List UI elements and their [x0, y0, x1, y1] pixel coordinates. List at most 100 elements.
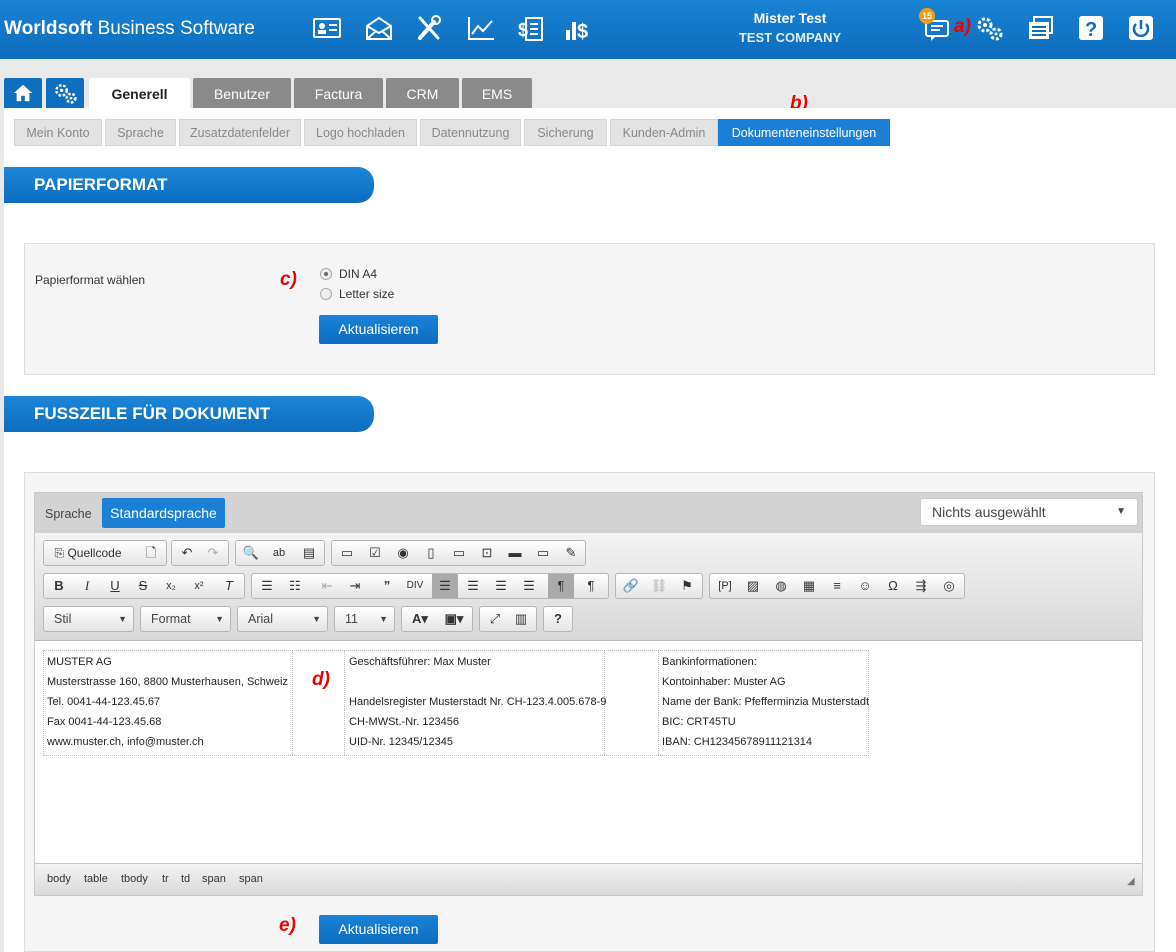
notification-badge[interactable]: 15 [919, 8, 935, 24]
strike-icon[interactable]: S [130, 574, 156, 598]
textfield-icon[interactable]: ▯ [418, 541, 444, 565]
path-item[interactable]: tbody [121, 873, 148, 885]
radio-din-a4-label[interactable]: DIN A4 [339, 267, 377, 281]
subtab-datennutzung[interactable]: Datennutzung [420, 119, 521, 146]
path-item[interactable]: tr [162, 873, 169, 885]
outdent-icon[interactable]: ⇤ [314, 574, 340, 598]
image-icon[interactable]: ▨ [740, 574, 766, 598]
subscript-icon[interactable]: x₂ [158, 574, 184, 598]
user-info[interactable]: Mister Test TEST COMPANY [700, 10, 880, 45]
documents-icon[interactable] [1026, 14, 1056, 42]
bullet-list-icon[interactable]: ☷ [282, 574, 308, 598]
bold-icon[interactable]: B [46, 574, 72, 598]
help-icon[interactable]: ? [1076, 14, 1106, 42]
font-select[interactable]: Arial ▼ [237, 606, 328, 632]
rtl-icon[interactable]: ¶ [578, 574, 604, 598]
div-icon[interactable]: DIV [402, 574, 428, 598]
source-button[interactable]: ⎘ Quellcode [46, 541, 130, 565]
select-icon[interactable]: ⊡ [474, 541, 500, 565]
align-center-icon[interactable]: ☰ [460, 574, 486, 598]
chart-icon[interactable] [466, 14, 496, 42]
subtab-logo-hochladen[interactable]: Logo hochladen [304, 119, 417, 146]
tab-generell[interactable]: Generell [89, 78, 190, 109]
footer-col-management[interactable]: Geschäftsführer: Max Muster Handelsregis… [349, 652, 606, 752]
textarea-icon[interactable]: ▭ [446, 541, 472, 565]
radio-letter-size-label[interactable]: Letter size [339, 287, 394, 301]
maximize-icon[interactable]: ⤢ [482, 607, 508, 631]
special-char-icon[interactable]: Ω [880, 574, 906, 598]
align-right-icon[interactable]: ☰ [488, 574, 514, 598]
footer-col-company[interactable]: MUSTER AG Musterstrasse 160, 8800 Muster… [47, 652, 288, 752]
remove-format-icon[interactable]: T [216, 574, 242, 598]
ltr-icon[interactable]: ¶ [548, 574, 574, 598]
image-button-icon[interactable]: ▭ [530, 541, 556, 565]
radio-din-a4[interactable] [320, 268, 332, 280]
tab-home[interactable] [4, 78, 42, 108]
superscript-icon[interactable]: x² [186, 574, 212, 598]
standard-language-button[interactable]: Standardsprache [102, 498, 225, 528]
button-icon[interactable]: ▬ [502, 541, 528, 565]
radio-letter-size[interactable] [320, 288, 332, 300]
update-paper-button[interactable]: Aktualisieren [319, 315, 438, 344]
redo-icon[interactable]: ↷ [200, 541, 226, 565]
settings-gears-icon[interactable] [974, 14, 1004, 42]
subtab-sicherung[interactable]: Sicherung [524, 119, 607, 146]
numbered-list-icon[interactable]: ☰ [254, 574, 280, 598]
bg-color-icon[interactable]: ▣▾ [438, 607, 470, 631]
indent-icon[interactable]: ⇥ [342, 574, 368, 598]
smiley-icon[interactable]: ☺ [852, 574, 878, 598]
hidden-field-icon[interactable]: ✎ [558, 541, 584, 565]
subtab-sprache[interactable]: Sprache [105, 119, 176, 146]
format-select[interactable]: Format ▼ [140, 606, 231, 632]
path-item[interactable]: body [47, 873, 71, 885]
find-icon[interactable]: 🔍 [238, 541, 264, 565]
radio-icon[interactable]: ◉ [390, 541, 416, 565]
table-icon[interactable]: ▦ [796, 574, 822, 598]
footer-col-bank[interactable]: Bankinformationen: Kontoinhaber: Muster … [662, 652, 869, 752]
page-break-icon[interactable]: ⇶ [908, 574, 934, 598]
tab-crm[interactable]: CRM [386, 78, 459, 108]
justify-icon[interactable]: ☰ [516, 574, 542, 598]
text-color-icon[interactable]: A▾ [404, 607, 436, 631]
iframe-globe-icon[interactable]: ◎ [936, 574, 962, 598]
subtab-zusatzdatenfelder[interactable]: Zusatzdatenfelder [179, 119, 301, 146]
about-help-icon[interactable]: ? [545, 607, 571, 631]
link-icon[interactable]: 🔗 [618, 574, 644, 598]
tab-benutzer[interactable]: Benutzer [193, 78, 291, 108]
replace-icon[interactable]: ab [266, 541, 292, 565]
show-blocks-icon[interactable]: ▥ [508, 607, 534, 631]
path-item[interactable]: span [239, 873, 263, 885]
checkbox-icon[interactable]: ☑ [362, 541, 388, 565]
tools-icon[interactable] [414, 14, 444, 42]
italic-icon[interactable]: I [74, 574, 100, 598]
size-select[interactable]: 11 ▼ [334, 606, 395, 632]
form-icon[interactable]: ▭ [334, 541, 360, 565]
tab-factura[interactable]: Factura [294, 78, 383, 108]
subtab-kunden-admin[interactable]: Kunden-Admin [610, 119, 718, 146]
mail-icon[interactable] [364, 14, 394, 42]
preview-icon[interactable]: 🗋 [138, 541, 164, 565]
undo-icon[interactable]: ↶ [174, 541, 200, 565]
tab-ems[interactable]: EMS [462, 78, 532, 108]
subtab-dokumenteneinstellungen[interactable]: Dokumenteneinstellungen [718, 119, 890, 146]
flash-icon[interactable]: ◍ [768, 574, 794, 598]
resize-handle-icon[interactable]: ◢ [1127, 876, 1135, 887]
path-item[interactable]: table [84, 873, 108, 885]
invoice-icon[interactable]: $ [516, 14, 546, 42]
update-footer-button[interactable]: Aktualisieren [319, 915, 438, 944]
finance-icon[interactable]: $ [564, 14, 594, 43]
align-left-icon[interactable]: ☰ [432, 574, 458, 598]
blockquote-icon[interactable]: ” [374, 574, 400, 598]
language-dropdown[interactable]: Nichts ausgewählt ▼ [920, 498, 1138, 526]
editor-content[interactable]: MUSTER AG Musterstrasse 160, 8800 Muster… [35, 641, 1142, 863]
path-item[interactable]: span [202, 873, 226, 885]
subtab-mein-konto[interactable]: Mein Konto [14, 119, 102, 146]
anchor-flag-icon[interactable]: ⚑ [674, 574, 700, 598]
placeholder-icon[interactable]: [P] [712, 574, 738, 598]
unlink-icon[interactable]: ⛓ [646, 574, 672, 598]
path-item[interactable]: td [181, 873, 190, 885]
tab-settings[interactable] [46, 78, 84, 108]
power-icon[interactable] [1126, 14, 1156, 42]
underline-icon[interactable]: U [102, 574, 128, 598]
style-select[interactable]: Stil ▼ [43, 606, 134, 632]
